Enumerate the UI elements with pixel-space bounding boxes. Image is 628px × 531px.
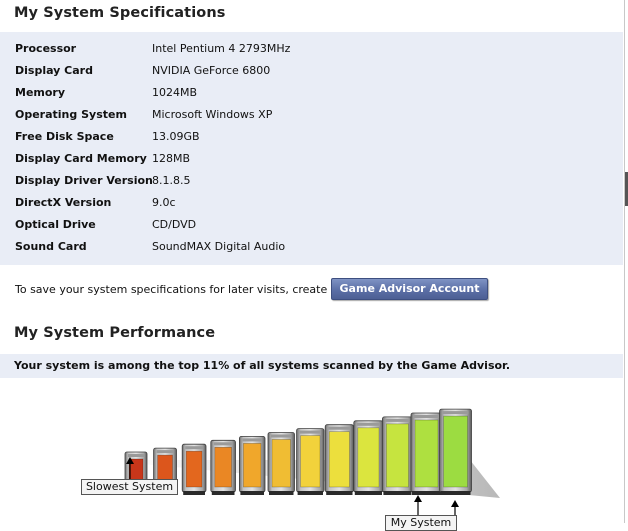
spec-label: DirectX Version xyxy=(15,196,112,209)
spec-value: Intel Pentium 4 2793MHz xyxy=(152,42,291,55)
tower-base xyxy=(269,491,294,495)
tower-base xyxy=(211,491,235,495)
spec-row-optical-drive: Optical Drive CD/DVD xyxy=(0,214,623,236)
spec-label: Operating System xyxy=(15,108,127,121)
spec-value: Microsoft Windows XP xyxy=(152,108,273,121)
computer-tower-bar xyxy=(238,436,266,495)
computer-tower-bar xyxy=(410,412,443,495)
computer-tower-bar xyxy=(324,424,354,495)
tower-fill xyxy=(414,419,439,488)
specifications-title: My System Specifications xyxy=(14,5,226,21)
tower-fill xyxy=(357,427,380,488)
my-system-arrow-icon-head xyxy=(414,495,422,502)
game-advisor-account-button[interactable]: Game Advisor Account xyxy=(331,278,488,300)
computer-tower-bar xyxy=(296,428,325,495)
tower-base xyxy=(240,491,264,495)
slowest-system-label: Slowest System xyxy=(81,479,178,495)
tower-fill xyxy=(214,447,232,488)
spec-value: 8.1.8.5 xyxy=(152,174,191,187)
tower-top-vent xyxy=(213,442,233,446)
computer-tower-bar xyxy=(210,439,236,495)
tower-top-vent xyxy=(328,426,351,430)
spec-label: Display Card xyxy=(15,64,93,77)
specifications-table: Processor Intel Pentium 4 2793MHz Displa… xyxy=(0,32,623,265)
spec-label: Memory xyxy=(15,86,66,99)
performance-title: My System Performance xyxy=(14,325,216,341)
spec-label: Free Disk Space xyxy=(15,130,114,143)
spec-row-display-driver-version: Display Driver Version 8.1.8.5 xyxy=(0,170,623,192)
spec-value: 128MB xyxy=(152,152,191,165)
tower-top-vent xyxy=(185,446,203,450)
spec-value: 13.09GB xyxy=(152,130,200,143)
tower-top-vent xyxy=(385,418,410,422)
tower-top-vent xyxy=(442,411,469,415)
spec-row-memory: Memory 1024MB xyxy=(0,82,623,104)
tower-top-vent xyxy=(414,415,439,418)
tower-base xyxy=(297,491,323,495)
computer-tower-bar xyxy=(439,408,472,495)
tower-base xyxy=(412,491,441,495)
tower-fill xyxy=(185,450,203,488)
spec-label: Display Driver Version xyxy=(15,174,153,187)
tower-fill xyxy=(271,439,291,488)
tower-top-vent xyxy=(299,430,321,434)
spec-row-display-card: Display Card NVIDIA GeForce 6800 xyxy=(0,60,623,82)
performance-bars xyxy=(120,408,500,520)
tower-base xyxy=(383,491,412,495)
tower-fill xyxy=(386,423,409,488)
tower-top-vent xyxy=(271,434,292,438)
tower-base xyxy=(326,491,353,495)
spec-label: Processor xyxy=(15,42,77,55)
spec-label: Display Card Memory xyxy=(15,152,147,165)
my-system-arrow-icon-head xyxy=(451,500,459,507)
tower-top-vent xyxy=(356,422,380,426)
spec-row-free-disk-space: Free Disk Space 13.09GB xyxy=(0,126,623,148)
computer-tower-bar xyxy=(267,432,295,495)
performance-summary: Your system is among the top 11% of all … xyxy=(14,359,511,372)
spec-row-display-card-memory: Display Card Memory 128MB xyxy=(0,148,623,170)
spec-value: NVIDIA GeForce 6800 xyxy=(152,64,271,77)
tower-fill xyxy=(300,435,321,488)
spec-row-sound-card: Sound Card SoundMAX Digital Audio xyxy=(0,236,623,258)
tower-top-vent xyxy=(156,450,174,454)
tower-base xyxy=(354,491,382,495)
spec-row-operating-system: Operating System Microsoft Windows XP xyxy=(0,104,623,126)
spec-label: Sound Card xyxy=(15,240,87,253)
tower-fill xyxy=(243,443,262,488)
spec-row-directx-version: DirectX Version 9.0c xyxy=(0,192,623,214)
spec-value: 9.0c xyxy=(152,196,176,209)
tower-top-vent xyxy=(242,438,262,442)
my-system-label: My System xyxy=(385,515,457,531)
computer-tower-bar xyxy=(353,420,384,495)
computer-tower-bar xyxy=(381,416,413,495)
spec-value: SoundMAX Digital Audio xyxy=(152,240,286,253)
spec-row-processor: Processor Intel Pentium 4 2793MHz xyxy=(0,38,623,60)
save-specs-prompt: To save your system specifications for l… xyxy=(15,283,363,296)
computer-tower-bar xyxy=(181,443,207,495)
page-right-edge xyxy=(624,0,625,523)
tower-base xyxy=(440,491,471,495)
tower-fill xyxy=(443,415,468,488)
tower-top-vent xyxy=(128,454,144,457)
spec-value: CD/DVD xyxy=(152,218,197,231)
tower-fill xyxy=(328,431,350,488)
tower-base xyxy=(183,491,205,495)
spec-value: 1024MB xyxy=(152,86,198,99)
performance-ranking-graphic xyxy=(0,380,623,523)
spec-label: Optical Drive xyxy=(15,218,96,231)
